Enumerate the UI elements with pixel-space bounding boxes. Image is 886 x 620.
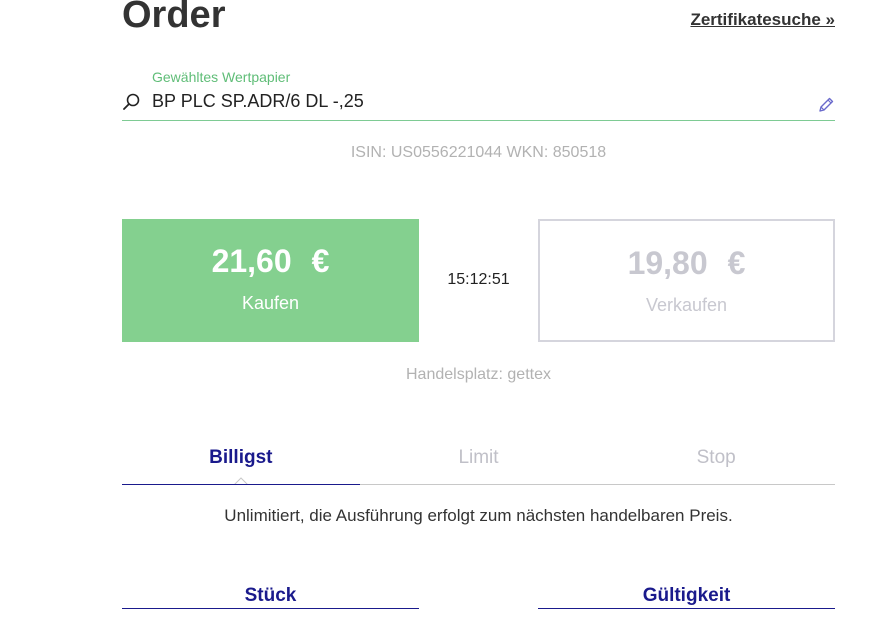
trading-venue: Handelsplatz: gettex: [406, 366, 551, 383]
order-type-tabs: Billigst Limit Stop: [122, 440, 835, 485]
buy-price: 21,60: [211, 243, 292, 279]
tab-limit-label: Limit: [458, 447, 499, 468]
sell-label: Verkaufen: [645, 295, 728, 315]
sell-price: 19,80: [627, 245, 708, 281]
buy-button[interactable]: 21,60 € Kaufen: [122, 219, 419, 342]
tab-stop-label: Stop: [696, 447, 736, 468]
pencil-icon[interactable]: [817, 96, 835, 114]
tab-billigst[interactable]: Billigst: [122, 440, 360, 485]
active-tab-caret-icon: [233, 477, 248, 485]
tab-stop[interactable]: Stop: [597, 440, 835, 484]
buy-price-row: 21,60 €: [122, 241, 419, 281]
buy-label: Kaufen: [241, 293, 300, 313]
sell-price-row: 19,80 €: [540, 243, 833, 283]
page-title: Order: [122, 0, 226, 36]
security-search-field[interactable]: Gewähltes Wertpapier BP PLC SP.ADR/6 DL …: [122, 66, 835, 121]
tab-billigst-label: Billigst: [209, 447, 273, 468]
tab-limit[interactable]: Limit: [360, 440, 598, 484]
search-icon: [122, 92, 142, 112]
order-page: Order Zertifikatesuche » Gewähltes Wertp…: [0, 0, 886, 620]
certificate-search-link[interactable]: Zertifikatesuche »: [690, 10, 835, 30]
order-type-description: Unlimitiert, die Ausführung erfolgt zum …: [224, 506, 733, 525]
security-identifiers: ISIN: US0556221044 WKN: 850518: [350, 144, 607, 161]
sell-button[interactable]: 19,80 € Verkaufen: [538, 219, 835, 342]
quote-time: 15:12:51: [447, 271, 510, 288]
quantity-field-header[interactable]: Stück: [122, 585, 419, 609]
sell-currency: €: [727, 245, 746, 281]
security-field-label: Gewähltes Wertpapier: [152, 69, 291, 85]
validity-field-header[interactable]: Gültigkeit: [538, 585, 835, 609]
buy-currency: €: [311, 243, 330, 279]
selected-security-value[interactable]: BP PLC SP.ADR/6 DL -,25: [152, 91, 364, 112]
